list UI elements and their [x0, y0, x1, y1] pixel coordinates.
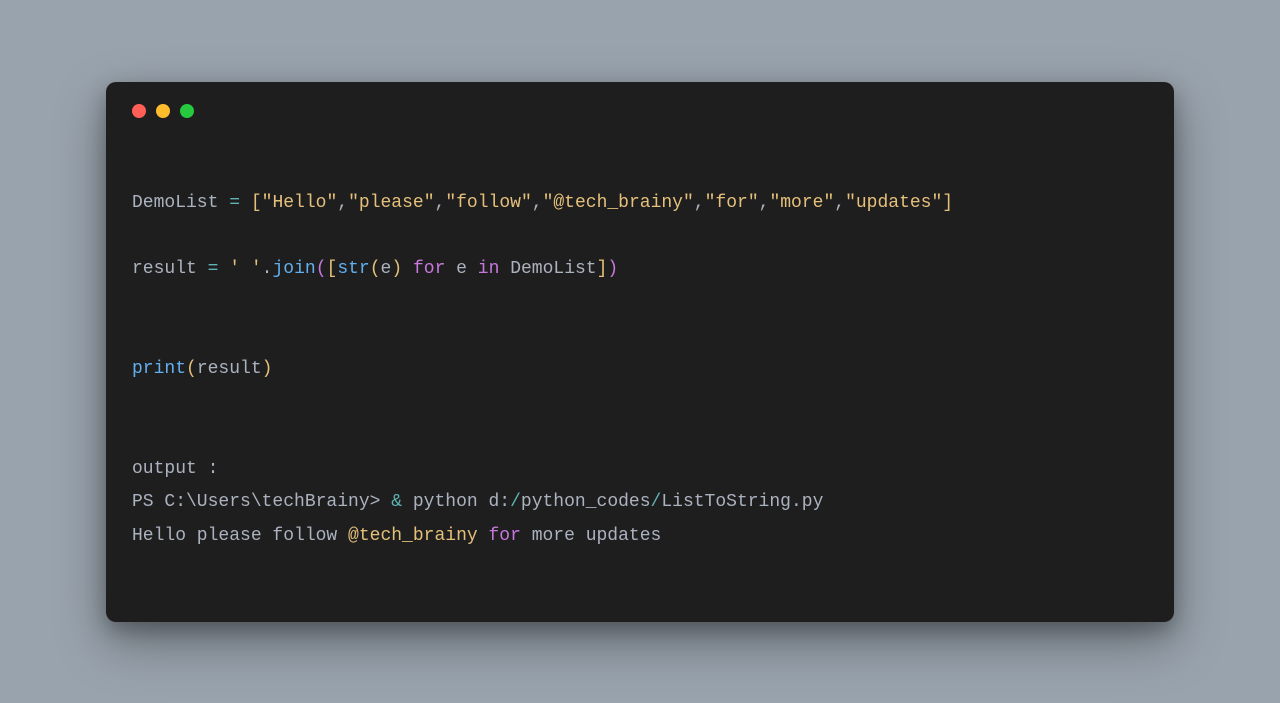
- window-controls: [132, 104, 1148, 118]
- minimize-icon[interactable]: [156, 104, 170, 118]
- blank-line: [132, 387, 1148, 420]
- blank-line: [132, 220, 1148, 253]
- output-line-1: PS C:\Users\techBrainy> & python d:/pyth…: [132, 492, 823, 512]
- code-line-3: print(result): [132, 359, 272, 379]
- output-line-2: Hello please follow @tech_brainy for mor…: [132, 526, 661, 546]
- code-block: DemoList = ["Hello","please","follow","@…: [132, 154, 1148, 587]
- code-line-2: result = ' '.join([str(e) for e in DemoL…: [132, 259, 618, 279]
- maximize-icon[interactable]: [180, 104, 194, 118]
- close-icon[interactable]: [132, 104, 146, 118]
- output-label: output :: [132, 459, 218, 479]
- code-line-1: DemoList = ["Hello","please","follow","@…: [132, 193, 953, 213]
- code-window: DemoList = ["Hello","please","follow","@…: [106, 82, 1174, 622]
- blank-line: [132, 287, 1148, 320]
